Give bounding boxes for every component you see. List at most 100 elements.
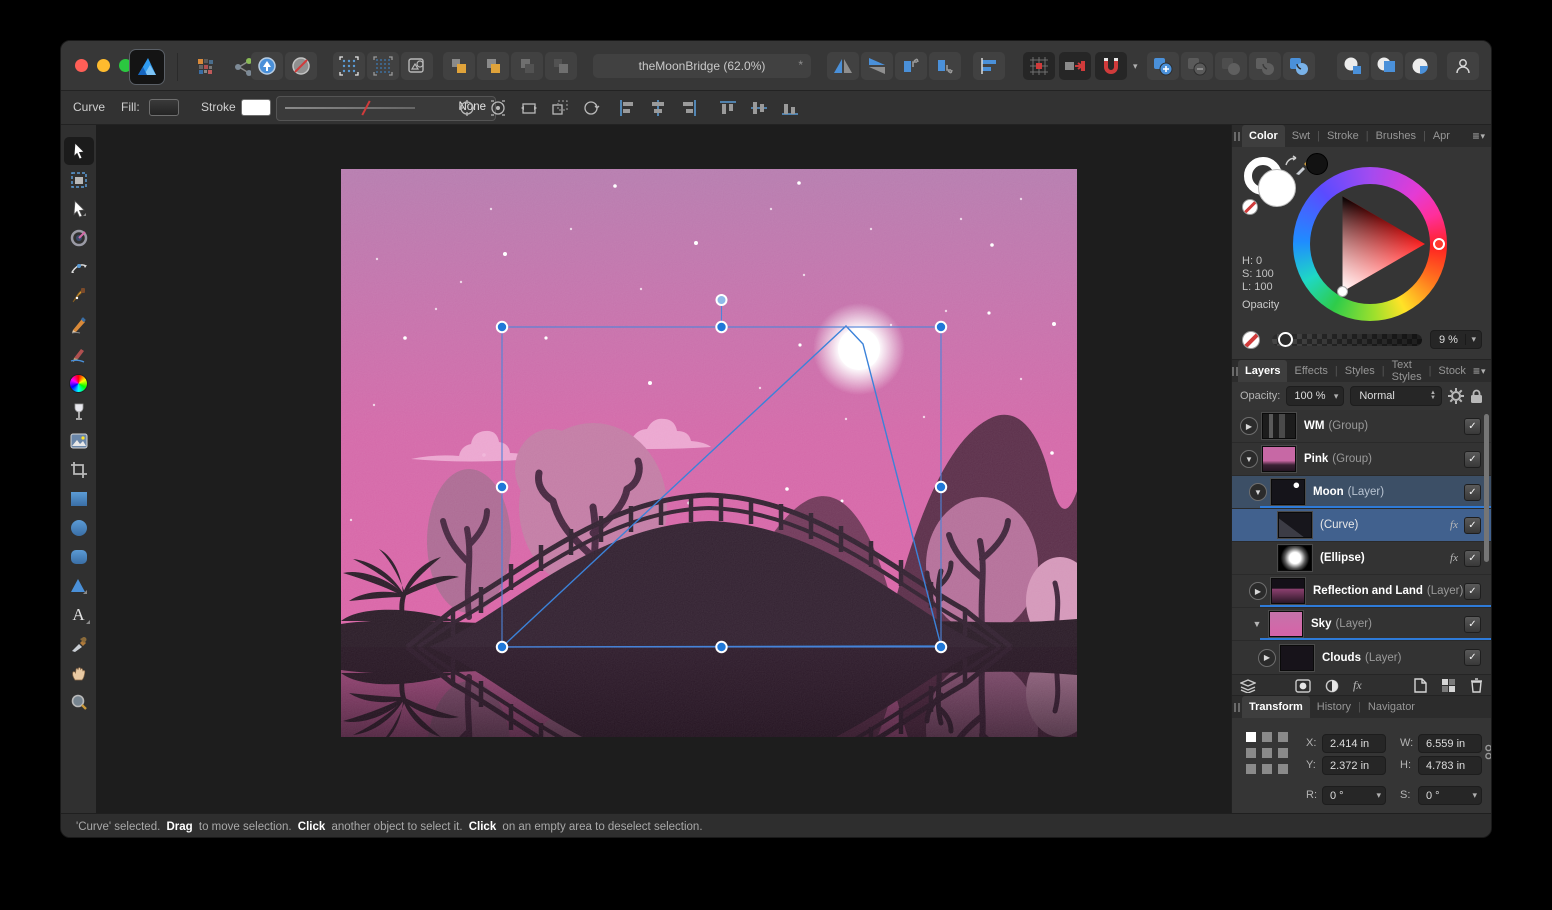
color-wheel[interactable] [1293,167,1447,321]
move-forward-button[interactable] [477,52,509,80]
saturation-triangle[interactable] [1293,167,1447,321]
vector-brush-tool[interactable] [64,340,94,368]
layer-row-sky[interactable]: ▼ Sky (Layer) ✓ [1232,608,1491,641]
upgrade-badge-button[interactable] [251,52,283,80]
fill-tool[interactable] [64,369,94,397]
slice-view-button[interactable] [401,52,433,80]
layer-visibility-checkbox[interactable]: ✓ [1464,616,1481,633]
boolean-subtract-button[interactable] [1181,52,1213,80]
move-to-back-button[interactable] [545,52,577,80]
point-transform-tool[interactable] [64,224,94,252]
panel-grip-icon[interactable] [1232,696,1242,718]
layer-row-moon[interactable]: ▼ Moon (Layer) ✓ [1232,476,1491,509]
align-left-button[interactable] [613,96,640,120]
snapping-options-caret[interactable]: ▾ [1133,61,1138,72]
artboard-tool[interactable] [64,166,94,194]
close-window-button[interactable] [75,59,88,72]
insert-on-top-button[interactable] [1405,52,1437,80]
move-to-front-button[interactable] [443,52,475,80]
triangle-tool[interactable] [64,572,94,600]
snapping-magnet-button[interactable] [1095,52,1127,80]
layer-thumbnail[interactable] [1262,446,1296,472]
boolean-xor-button[interactable] [1249,52,1281,80]
fill-swatch[interactable] [149,99,179,116]
anchor-point-selector[interactable] [1246,732,1292,778]
crop-tool[interactable] [64,456,94,484]
tab-brushes[interactable]: Brushes [1369,125,1423,147]
tab-history[interactable]: History [1310,696,1358,718]
expand-right-icon[interactable]: ▶ [1240,417,1258,435]
move-backward-button[interactable] [511,52,543,80]
panel-grip-icon[interactable] [1232,125,1242,147]
sl-marker[interactable] [1337,286,1348,297]
insert-inside-button[interactable] [1371,52,1403,80]
shear-input[interactable]: 0 °▾ [1418,786,1482,805]
pixel-persona-button[interactable] [190,53,222,81]
new-pixel-layer-icon[interactable] [1441,678,1456,693]
node-tool[interactable] [64,195,94,223]
boolean-add-button[interactable] [1147,52,1179,80]
rounded-rectangle-tool[interactable] [64,543,94,571]
opacity-none-icon[interactable] [1242,331,1260,349]
alignment-button[interactable] [973,52,1005,80]
layer-thumbnail[interactable] [1278,512,1312,538]
stroke-swatch[interactable] [241,99,271,116]
disabled-badge-button[interactable] [285,52,317,80]
x-input[interactable]: 2.414 in [1322,734,1386,753]
layer-visibility-checkbox[interactable]: ✓ [1464,451,1481,468]
new-layer-icon[interactable] [1414,678,1427,693]
artboard-canvas[interactable] [341,169,1077,737]
tab-transform[interactable]: Transform [1242,696,1310,718]
delete-layer-icon[interactable] [1470,678,1483,693]
document-title[interactable]: theMoonBridge (62.0%) * [593,54,811,78]
align-bottom-button[interactable] [776,96,803,120]
move-tool[interactable] [64,137,94,165]
rectangle-tool[interactable] [64,485,94,513]
layer-row-reflection-and-land[interactable]: ▶ Reflection and Land (Layer) ✓ [1232,575,1491,608]
show-alignment-handles-toggle[interactable] [515,96,542,120]
tab-text-styles[interactable]: Text Styles [1385,360,1429,382]
show-grid-button[interactable] [333,52,365,80]
flip-horizontal-button[interactable] [827,52,859,80]
layer-visibility-checkbox[interactable]: ✓ [1464,583,1481,600]
blend-mode-dropdown[interactable]: Normal ▲▼ [1350,386,1442,406]
opacity-slider-handle[interactable] [1278,332,1293,347]
designer-persona-button[interactable] [129,49,165,85]
layer-settings-gear-icon[interactable] [1448,388,1464,404]
layer-row-pink[interactable]: ▼ Pink (Group) ✓ [1232,443,1491,476]
color-picker-tool[interactable] [64,630,94,658]
layer-visibility-checkbox[interactable]: ✓ [1464,649,1481,666]
tab-swatches[interactable]: Swt [1285,125,1317,147]
rotation-handle[interactable] [717,295,727,305]
layer-row-clouds[interactable]: ▶ Clouds (Layer) ✓ [1232,641,1491,674]
flip-vertical-button[interactable] [861,52,893,80]
h-input[interactable]: 4.783 in [1418,756,1482,775]
fill-color-well[interactable] [1258,169,1296,207]
opacity-value-box[interactable]: 9 % ▾ [1430,330,1482,349]
expand-right-icon[interactable]: ▶ [1249,582,1267,600]
layer-visibility-checkbox[interactable]: ✓ [1464,418,1481,435]
tab-effects[interactable]: Effects [1287,360,1334,382]
tab-navigator[interactable]: Navigator [1361,696,1422,718]
layer-stack-icon[interactable] [1240,679,1256,693]
no-color-well[interactable] [1242,199,1258,215]
layer-thumbnail[interactable] [1280,645,1314,671]
pencil-tool[interactable] [64,311,94,339]
layer-thumbnail[interactable] [1271,479,1305,505]
align-middle-button[interactable] [745,96,772,120]
rotation-input[interactable]: 0 °▾ [1322,786,1386,805]
expand-right-icon[interactable]: ▶ [1258,649,1276,667]
mask-layer-icon[interactable] [1295,679,1311,693]
layer-row-curve[interactable]: (Curve) fx ✓ [1232,509,1491,542]
tab-color[interactable]: Color [1242,125,1285,147]
tab-styles[interactable]: Styles [1338,360,1382,382]
corner-tool[interactable] [64,253,94,281]
align-center-button[interactable] [644,96,671,120]
layers-panel-menu-button[interactable]: ≡▾ [1473,360,1492,382]
collapse-down-icon[interactable]: ▼ [1249,483,1267,501]
fx-indicator[interactable]: fx [1450,519,1458,531]
show-pixel-grid-button[interactable] [367,52,399,80]
layer-thumbnail[interactable] [1278,545,1312,571]
rotate-cw-button[interactable] [929,52,961,80]
tab-stroke[interactable]: Stroke [1320,125,1366,147]
